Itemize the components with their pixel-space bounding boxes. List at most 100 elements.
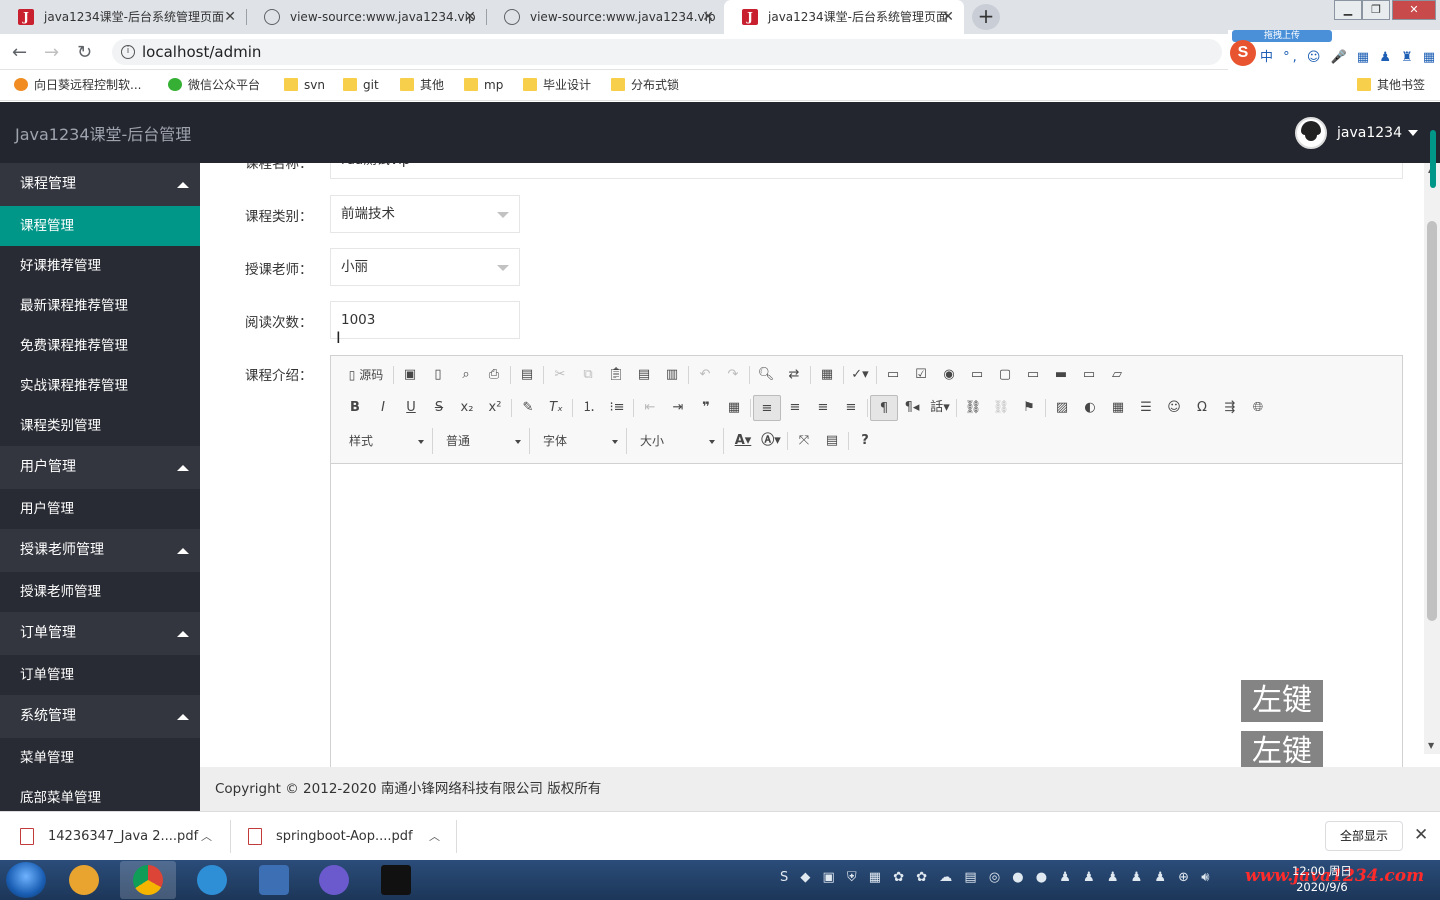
print-icon[interactable]: ⎙ (480, 362, 508, 388)
window-close-button[interactable]: ✕ (1392, 0, 1436, 20)
download-item[interactable]: 14236347_Java 2....pdf ︿ (0, 812, 222, 861)
show-all-downloads-button[interactable]: 全部显示 (1325, 821, 1403, 851)
chevron-up-icon[interactable]: ︿ (429, 812, 440, 861)
textfield-icon[interactable]: ▭ (963, 362, 991, 388)
download-item[interactable]: springboot-Aop....pdf ︿ (228, 812, 448, 861)
close-tab-icon[interactable]: ✕ (224, 0, 236, 34)
bookmark-item[interactable]: 微信公众平台 (168, 70, 260, 100)
show-blocks-icon[interactable]: ▤ (818, 428, 846, 454)
course-name-input[interactable]: rda测试vip (330, 163, 1403, 179)
sidebar-item-practical-course[interactable]: 实战课程推荐管理 (0, 366, 200, 406)
form-icon[interactable]: ▭ (879, 362, 907, 388)
italic-icon[interactable]: I (369, 395, 397, 421)
rtl-icon[interactable]: ¶◂ (898, 395, 926, 421)
start-button[interactable] (6, 862, 46, 898)
button-field-icon[interactable]: ▬ (1047, 362, 1075, 388)
align-right-icon[interactable]: ≡ (809, 395, 837, 421)
views-input[interactable]: 1003 (330, 301, 520, 339)
align-left-icon[interactable]: ≡ (753, 395, 781, 421)
table-icon[interactable]: ▦ (1104, 395, 1132, 421)
close-icon[interactable]: ✕ (1414, 825, 1428, 845)
url-text[interactable]: localhost/admin (142, 43, 261, 61)
div-container-icon[interactable]: ▦ (720, 395, 748, 421)
new-tab-button[interactable]: + (972, 4, 1000, 30)
indent-icon[interactable]: ⇥ (664, 395, 692, 421)
save-icon[interactable]: ▣ (396, 362, 424, 388)
align-center-icon[interactable]: ≡ (781, 395, 809, 421)
format-combo[interactable]: 普通 (438, 428, 530, 454)
background-color-icon[interactable]: Ⓐ▾ (757, 428, 785, 454)
minimize-button[interactable]: ▁ (1334, 0, 1362, 20)
checkbox-icon[interactable]: ☑ (907, 362, 935, 388)
bold-icon[interactable]: B (341, 395, 369, 421)
close-tab-icon[interactable]: ✕ (702, 0, 714, 34)
sidebar-item-teacher[interactable]: 授课老师管理 (0, 572, 200, 612)
special-char-icon[interactable]: Ω (1188, 395, 1216, 421)
chevron-up-icon[interactable]: ︿ (201, 812, 212, 861)
paste-icon[interactable]: 📋︎ (602, 362, 630, 388)
cut-icon[interactable]: ✂ (546, 362, 574, 388)
maximize-icon[interactable]: ⤧ (790, 428, 818, 454)
sidebar-item-order[interactable]: 订单管理 (0, 655, 200, 695)
taskbar-app-active[interactable] (120, 861, 176, 899)
user-menu[interactable]: java1234 (1295, 116, 1418, 150)
maximize-button[interactable]: ❐ (1362, 0, 1390, 20)
browser-tab-active[interactable]: J java1234课堂-后台系统管理页面 ✕ (724, 0, 964, 34)
sidebar-item-free-course[interactable]: 免费课程推荐管理 (0, 326, 200, 366)
strikethrough-icon[interactable]: S (425, 395, 453, 421)
page-break-icon[interactable]: ⇶ (1216, 395, 1244, 421)
sidebar-group-course[interactable]: 课程管理 (0, 163, 200, 206)
anchor-flag-icon[interactable]: ⚑ (1015, 395, 1043, 421)
sidebar-item-menu[interactable]: 菜单管理 (0, 738, 200, 778)
textarea-icon[interactable]: ▢ (991, 362, 1019, 388)
sidebar-item-course-category[interactable]: 课程类别管理 (0, 406, 200, 446)
hidden-field-icon[interactable]: ▱ (1103, 362, 1131, 388)
taskbar-app[interactable] (184, 861, 240, 899)
image-button-icon[interactable]: ▭ (1075, 362, 1103, 388)
bookmark-folder[interactable]: mp (464, 70, 503, 100)
sidebar-item-course[interactable]: 课程管理 (0, 206, 200, 246)
select-all-icon[interactable]: ▦ (813, 362, 841, 388)
scroll-down-icon[interactable]: ▼ (1428, 741, 1434, 750)
sidebar-item-new-course[interactable]: 最新课程推荐管理 (0, 286, 200, 326)
system-tray-icons[interactable]: S ◆ ▣ ⛨ ▦ ✿ ✿ ☁ ▤ ◎ ● ● ♟ ♟ ♟ ♟ ♟ ⊕ 🔊︎ (780, 870, 1213, 885)
radio-icon[interactable]: ◉ (935, 362, 963, 388)
paste-word-icon[interactable]: ▥ (658, 362, 686, 388)
copy-icon[interactable]: ⧉ (574, 362, 602, 388)
taskbar-app[interactable] (368, 861, 424, 899)
back-arrow-icon[interactable]: ← (12, 42, 27, 63)
sogou-ime-icon[interactable]: S (1230, 40, 1256, 66)
help-icon[interactable]: ? (851, 428, 879, 454)
bookmark-item[interactable]: 向日葵远程控制软... (14, 70, 141, 100)
ltr-icon[interactable]: ¶ (870, 395, 898, 421)
unlink-icon[interactable]: ⛓ (987, 395, 1015, 421)
horizontal-rule-icon[interactable]: ☰ (1132, 395, 1160, 421)
spellcheck-icon[interactable]: ✓▾ (846, 362, 874, 388)
taskbar-app[interactable] (56, 861, 112, 899)
sidebar-group-order[interactable]: 订单管理 (0, 612, 200, 655)
sidebar-group-teacher[interactable]: 授课老师管理 (0, 529, 200, 572)
flash-icon[interactable]: ◐ (1076, 395, 1104, 421)
browser-tab[interactable]: view-source:www.java1234.vip ✕ (486, 0, 724, 34)
size-combo[interactable]: 大小 (632, 428, 724, 454)
close-tab-icon[interactable]: ✕ (464, 0, 476, 34)
source-button[interactable]: ▯ 源码 (341, 362, 391, 388)
numbered-list-icon[interactable]: ⒈ (575, 395, 603, 421)
bookmark-folder[interactable]: git (343, 70, 379, 100)
address-bar[interactable]: i localhost/admin (112, 39, 1222, 65)
taskbar-app[interactable] (246, 861, 302, 899)
sidebar-group-user[interactable]: 用户管理 (0, 446, 200, 489)
browser-tab[interactable]: view-source:www.java1234.vip ✕ (246, 0, 486, 34)
templates-icon[interactable]: ▤ (513, 362, 541, 388)
subscript-icon[interactable]: x₂ (453, 395, 481, 421)
teacher-select[interactable]: 小丽 (330, 248, 520, 286)
bookmark-folder[interactable]: 分布式锁 (611, 70, 679, 100)
outdent-icon[interactable]: ⇤ (636, 395, 664, 421)
forward-arrow-icon[interactable]: → (44, 42, 59, 63)
select-field-icon[interactable]: ▭ (1019, 362, 1047, 388)
taskbar-clock[interactable]: 12:00 周日 2020/9/6 (1292, 863, 1352, 895)
find-icon[interactable]: 🔍︎ (752, 362, 780, 388)
copy-format-icon[interactable]: ✎ (514, 395, 542, 421)
reload-icon[interactable]: ↻ (77, 42, 92, 63)
text-color-icon[interactable]: A▾ (729, 428, 757, 454)
